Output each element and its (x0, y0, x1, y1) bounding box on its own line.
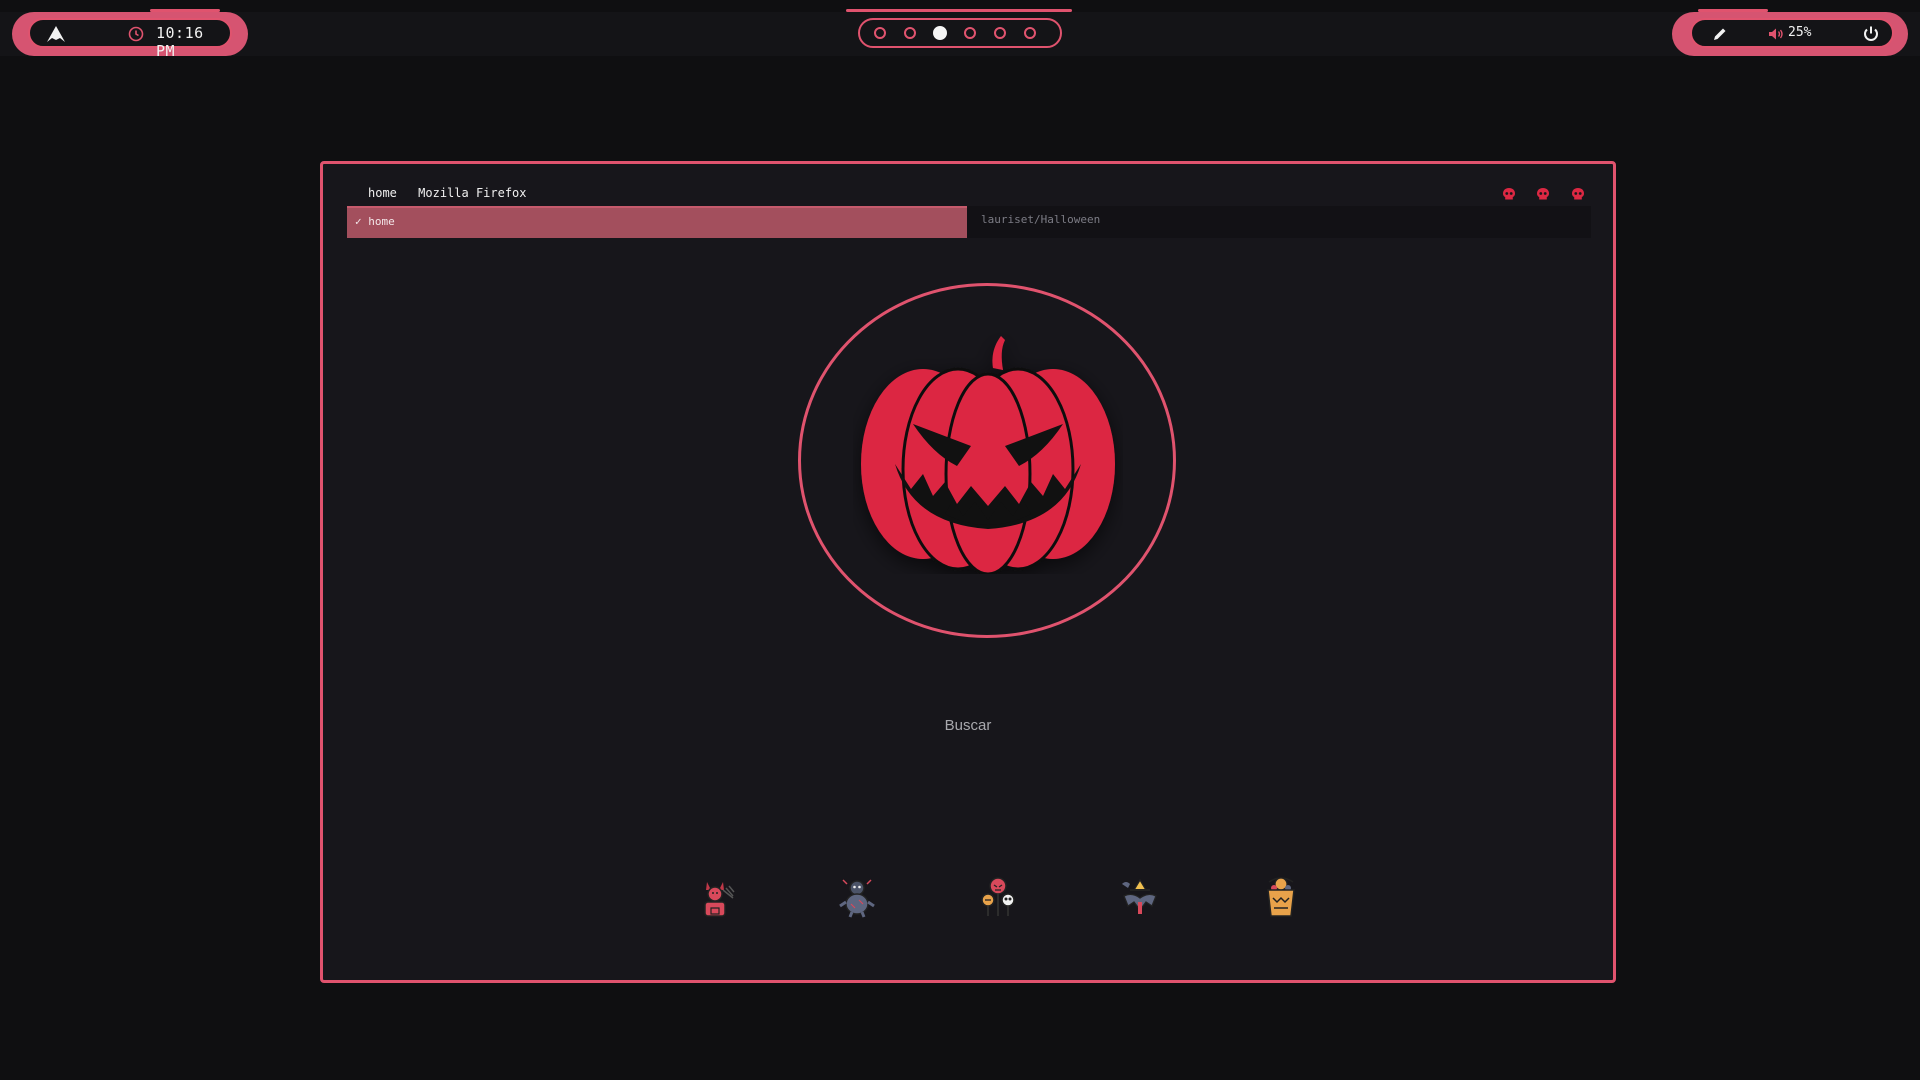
workspace-6[interactable] (1024, 27, 1036, 39)
candy-bucket-icon[interactable] (1259, 874, 1303, 918)
volume-level: 25% (1788, 25, 1812, 40)
arch-launcher-icon[interactable] (46, 25, 66, 43)
workspace-switcher (858, 18, 1062, 48)
devil-icon[interactable] (693, 874, 737, 918)
url-bar[interactable]: ✓ home lauriset/Halloween (347, 206, 1591, 238)
window-controls (1491, 186, 1585, 205)
pumpkin-logo-icon (861, 336, 1115, 574)
clock-time: 10:16 PM (156, 24, 204, 60)
workspace-1[interactable] (874, 27, 886, 39)
right-pill: 25% (1690, 18, 1894, 48)
skull-maximize-icon[interactable] (1536, 187, 1550, 201)
window-title-home[interactable]: home (368, 186, 397, 200)
power-icon[interactable] (1862, 25, 1880, 43)
volume-icon[interactable] (1768, 27, 1784, 41)
workspace-4[interactable] (964, 27, 976, 39)
witch-bat-icon[interactable] (1118, 874, 1162, 918)
url-bar-active-tab[interactable]: ✓ home (347, 206, 967, 238)
top-bar: 10:16 PM 25% (0, 9, 1920, 60)
window-title-bar: home Mozilla Firefox (368, 186, 541, 200)
workspace-3[interactable] (933, 26, 947, 40)
ghost-pumpkins-icon[interactable] (976, 874, 1020, 918)
workspace-2[interactable] (904, 27, 916, 39)
skull-minimize-icon[interactable] (1502, 187, 1516, 201)
left-pill: 10:16 PM (28, 18, 232, 60)
center-accent-line (846, 9, 1072, 12)
skull-close-icon[interactable] (1571, 187, 1585, 201)
firefox-window: home Mozilla Firefox ✓ home lauriset/Hal… (320, 161, 1616, 983)
search-label[interactable]: Buscar (323, 717, 1613, 734)
clock-icon (128, 26, 144, 42)
scarecrow-icon[interactable] (835, 874, 879, 918)
window-title-app: Mozilla Firefox (418, 186, 527, 200)
edit-icon[interactable] (1712, 26, 1728, 42)
workspace-5[interactable] (994, 27, 1006, 39)
url-bar-text[interactable]: lauriset/Halloween (981, 206, 1100, 233)
